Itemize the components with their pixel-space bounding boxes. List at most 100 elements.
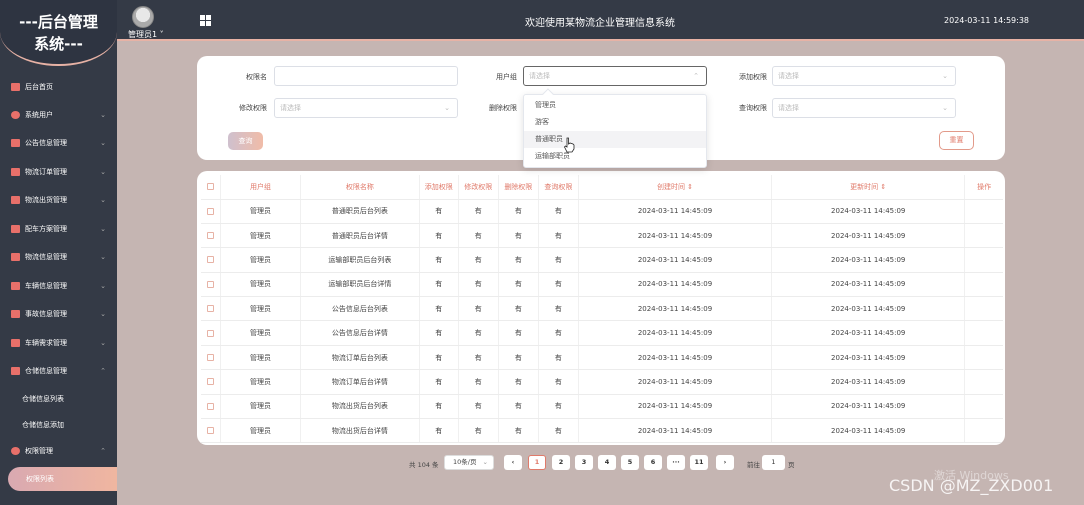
select-all-checkbox[interactable] (201, 175, 222, 200)
user-group-dropdown: 管理员 游客 普通职员 运输部职员 (523, 88, 707, 168)
col-add-perm: 添加权限 (419, 175, 459, 200)
dropdown-option-admin[interactable]: 管理员 (524, 97, 706, 114)
next-page-button[interactable]: › (716, 455, 734, 470)
row-checkbox[interactable] (201, 247, 222, 273)
page-button-6[interactable]: 6 (644, 455, 662, 470)
page-ellipsis-button[interactable]: ··· (667, 455, 685, 470)
system-title: 欢迎使用某物流企业管理信息系统 (525, 18, 675, 29)
chevron-up-icon: ⌃ (100, 367, 106, 375)
col-created-at[interactable]: 创建时间 ⇕ (578, 175, 773, 200)
cell-query-perm: 有 (538, 272, 579, 298)
cell-delete-perm: 有 (498, 247, 539, 273)
reset-button[interactable]: 重置 (939, 131, 974, 150)
user-group-select[interactable]: 请选择 ⌃ (523, 66, 707, 86)
cell-actions (964, 272, 1003, 298)
cell-edit-perm: 有 (458, 247, 499, 273)
cell-user-group: 管理员 (220, 394, 301, 420)
checkbox-icon (11, 339, 20, 347)
edit-perm-select[interactable]: 请选择 ⌄ (274, 98, 458, 118)
cell-created-at: 2024-03-11 14:45:09 (578, 223, 773, 249)
cell-perm-name: 物流订单后台列表 (300, 345, 420, 371)
chevron-down-icon: ⌄ (100, 282, 106, 290)
add-perm-select[interactable]: 请选择 ⌄ (772, 66, 956, 86)
datetime: 2024-03-11 14:59:38 (944, 16, 1029, 25)
chevron-down-icon: ⌄ (100, 339, 106, 347)
col-updated-at[interactable]: 更新时间 ⇕ (771, 175, 966, 200)
col-edit-perm: 修改权限 (458, 175, 499, 200)
cell-actions (964, 394, 1003, 420)
goto-page-input[interactable]: 1 (762, 455, 785, 470)
cell-user-group: 管理员 (220, 223, 301, 249)
cell-query-perm: 有 (538, 369, 579, 395)
table-row: 管理员 物流订单后台详情有有有有 2024-03-11 14:45:09 2024-0… (201, 369, 1003, 395)
cell-created-at: 2024-03-11 14:45:09 (578, 394, 773, 420)
sidebar-item-orders[interactable]: 物流订单管理 ⌄ (0, 159, 117, 185)
cell-query-perm: 有 (538, 199, 579, 224)
row-checkbox[interactable] (201, 296, 222, 322)
cell-user-group: 管理员 (220, 272, 301, 298)
page-button-5[interactable]: 5 (621, 455, 639, 470)
checkbox-icon (11, 168, 20, 176)
page-button-1[interactable]: 1 (528, 455, 546, 470)
page-button-2[interactable]: 2 (552, 455, 570, 470)
cell-delete-perm: 有 (498, 320, 539, 346)
sidebar-item-permissions[interactable]: 权限管理 ⌃ (0, 438, 117, 464)
cell-query-perm: 有 (538, 247, 579, 273)
row-checkbox[interactable] (201, 320, 222, 346)
prev-page-button[interactable]: ‹ (504, 455, 522, 470)
dropdown-option-guest[interactable]: 游客 (524, 114, 706, 131)
csdn-watermark: CSDN @MZ_ZXD001 (889, 476, 1054, 495)
cell-add-perm: 有 (419, 199, 459, 224)
sidebar-item-vehicle-demand[interactable]: 车辆需求管理 ⌄ (0, 330, 117, 356)
delete-perm-label: 删除权限 (489, 104, 517, 112)
sidebar-item-vehicle-plan[interactable]: 配车方案管理 ⌄ (0, 216, 117, 242)
cell-edit-perm: 有 (458, 199, 499, 224)
chat-icon (11, 83, 20, 91)
row-checkbox[interactable] (201, 345, 222, 371)
dropdown-option-staff[interactable]: 普通职员 (524, 131, 706, 148)
cell-query-perm: 有 (538, 320, 579, 346)
cell-add-perm: 有 (419, 247, 459, 273)
row-checkbox[interactable] (201, 418, 222, 444)
cell-add-perm: 有 (419, 272, 459, 298)
sidebar-item-shipping[interactable]: 物流出货管理 ⌄ (0, 187, 117, 213)
sidebar-item-home[interactable]: 后台首页 (0, 74, 117, 100)
cell-edit-perm: 有 (458, 296, 499, 322)
sidebar-sub-storage-add[interactable]: 仓储信息添加 (0, 412, 117, 438)
sidebar-item-accidents[interactable]: 事故信息管理 ⌄ (0, 301, 117, 327)
cell-created-at: 2024-03-11 14:45:09 (578, 199, 773, 224)
add-perm-label: 添加权限 (739, 73, 767, 81)
sidebar-sub-storage-list[interactable]: 仓储信息列表 (0, 386, 117, 412)
row-checkbox[interactable] (201, 272, 222, 298)
cell-created-at: 2024-03-11 14:45:09 (578, 345, 773, 371)
page-button-11[interactable]: 11 (690, 455, 708, 470)
sidebar-item-users[interactable]: 系统用户 ⌄ (0, 102, 117, 128)
hand-cursor-icon (564, 137, 575, 153)
cell-edit-perm: 有 (458, 418, 499, 444)
cell-add-perm: 有 (419, 320, 459, 346)
user-icon (11, 111, 20, 119)
cell-actions (964, 418, 1003, 444)
row-checkbox[interactable] (201, 223, 222, 249)
page-button-4[interactable]: 4 (598, 455, 616, 470)
query-button[interactable]: 查询 (228, 132, 263, 150)
cell-updated-at: 2024-03-11 14:45:09 (771, 320, 966, 346)
table-row: 管理员 普通职员后台详情有有有有 2024-03-11 14:45:09 2024-0… (201, 223, 1003, 249)
page-button-3[interactable]: 3 (575, 455, 593, 470)
query-perm-select[interactable]: 请选择 ⌄ (772, 98, 956, 118)
page-size-select[interactable]: 10条/页 ⌄ (444, 455, 494, 470)
row-checkbox[interactable] (201, 369, 222, 395)
sidebar-item-notice[interactable]: 公告信息管理 ⌄ (0, 130, 117, 156)
sidebar-item-logistics-info[interactable]: 物流信息管理 ⌄ (0, 244, 117, 270)
row-checkbox[interactable] (201, 199, 222, 224)
checkbox-icon (11, 282, 20, 290)
brand-logo: ---后台管理 系统--- (0, 0, 117, 66)
sidebar-sub-permission-list[interactable]: 权限列表 (8, 467, 117, 491)
dropdown-option-transport-staff[interactable]: 运输部职员 (524, 148, 706, 165)
sidebar-item-vehicles[interactable]: 车辆信息管理 ⌄ (0, 273, 117, 299)
perm-name-input[interactable] (274, 66, 458, 86)
sidebar-item-storage[interactable]: 仓储信息管理 ⌃ (0, 358, 117, 384)
cell-add-perm: 有 (419, 223, 459, 249)
cell-updated-at: 2024-03-11 14:45:09 (771, 369, 966, 395)
row-checkbox[interactable] (201, 394, 222, 420)
